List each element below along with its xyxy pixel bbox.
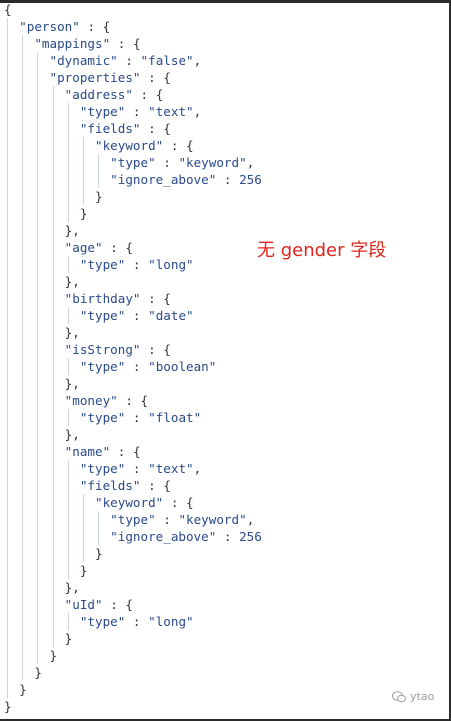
annotation-text: 无 gender 字段: [257, 240, 387, 261]
json-code-line: "type" : "text",: [79, 104, 202, 119]
json-code-line: },: [64, 376, 80, 391]
json-code-line: "isStrong" : {: [64, 342, 171, 357]
json-viewer: { "person" : { "mappings" : { "dynamic" …: [0, 0, 451, 721]
indent-guide: [67, 460, 69, 579]
watermark: ytao: [392, 690, 434, 703]
json-code-line: },: [64, 274, 80, 289]
json-code-line: },: [64, 427, 80, 442]
watermark-text: ytao: [410, 690, 435, 703]
json-code-line: }: [49, 648, 58, 663]
json-code-line: "type" : "long": [79, 257, 194, 272]
indent-guide: [83, 137, 84, 205]
json-code-line: "mappings" : {: [34, 36, 141, 51]
json-code-line: },: [64, 580, 80, 595]
indent-guide: [98, 511, 100, 545]
json-code-line: }: [4, 699, 12, 714]
indent-guide: [67, 103, 69, 222]
json-code-line: "type" : "long": [79, 614, 194, 629]
json-code-line: "type" : "keyword",: [110, 155, 255, 170]
wechat-icon: [392, 690, 406, 702]
json-code-line: },: [64, 325, 80, 340]
indent-guide: [7, 18, 8, 698]
json-code-line: {: [4, 2, 12, 17]
json-code-line: "fields" : {: [79, 478, 171, 493]
indent-guide: [67, 307, 69, 324]
json-code-line: "name" : {: [64, 444, 141, 459]
indent-guide: [67, 613, 69, 630]
json-code-line: "type" : "text",: [79, 461, 202, 476]
json-code-line: "ignore_above" : 256: [110, 529, 262, 544]
json-code-line: "uId" : {: [64, 597, 133, 612]
json-code-line: "type" : "boolean": [79, 359, 217, 374]
json-code-line: "birthday" : {: [64, 291, 171, 306]
indent-guide: [52, 86, 54, 647]
json-code-line: "type" : "keyword",: [110, 512, 255, 527]
json-code-line: "keyword" : {: [95, 138, 194, 153]
json-code-line: "address" : {: [64, 87, 164, 102]
indent-guide: [98, 154, 100, 188]
indent-guide: [67, 409, 69, 426]
indent-guide: [83, 494, 84, 562]
indent-guide: [67, 358, 69, 375]
json-code-line: "type" : "date": [79, 308, 194, 323]
json-code-line: }: [79, 563, 88, 578]
json-code-line: "type" : "float": [79, 410, 202, 425]
indent-guide: [37, 52, 39, 664]
indent-guide: [67, 256, 69, 273]
json-code-line: "keyword" : {: [95, 495, 194, 510]
json-code-line: },: [64, 223, 80, 238]
json-code-line: "age" : {: [64, 240, 133, 255]
json-code-line: "fields" : {: [79, 121, 171, 136]
indent-guide: [22, 35, 24, 681]
json-code-block: { "person" : { "mappings" : { "dynamic" …: [0, 0, 451, 721]
json-code-line: "ignore_above" : 256: [110, 172, 262, 187]
json-code-line: "dynamic" : "false",: [49, 53, 202, 68]
json-code-line: "properties" : {: [49, 70, 171, 85]
json-code-line: "person" : {: [19, 19, 111, 34]
json-code-line: "money" : {: [64, 393, 149, 408]
json-code-line: }: [79, 206, 88, 221]
